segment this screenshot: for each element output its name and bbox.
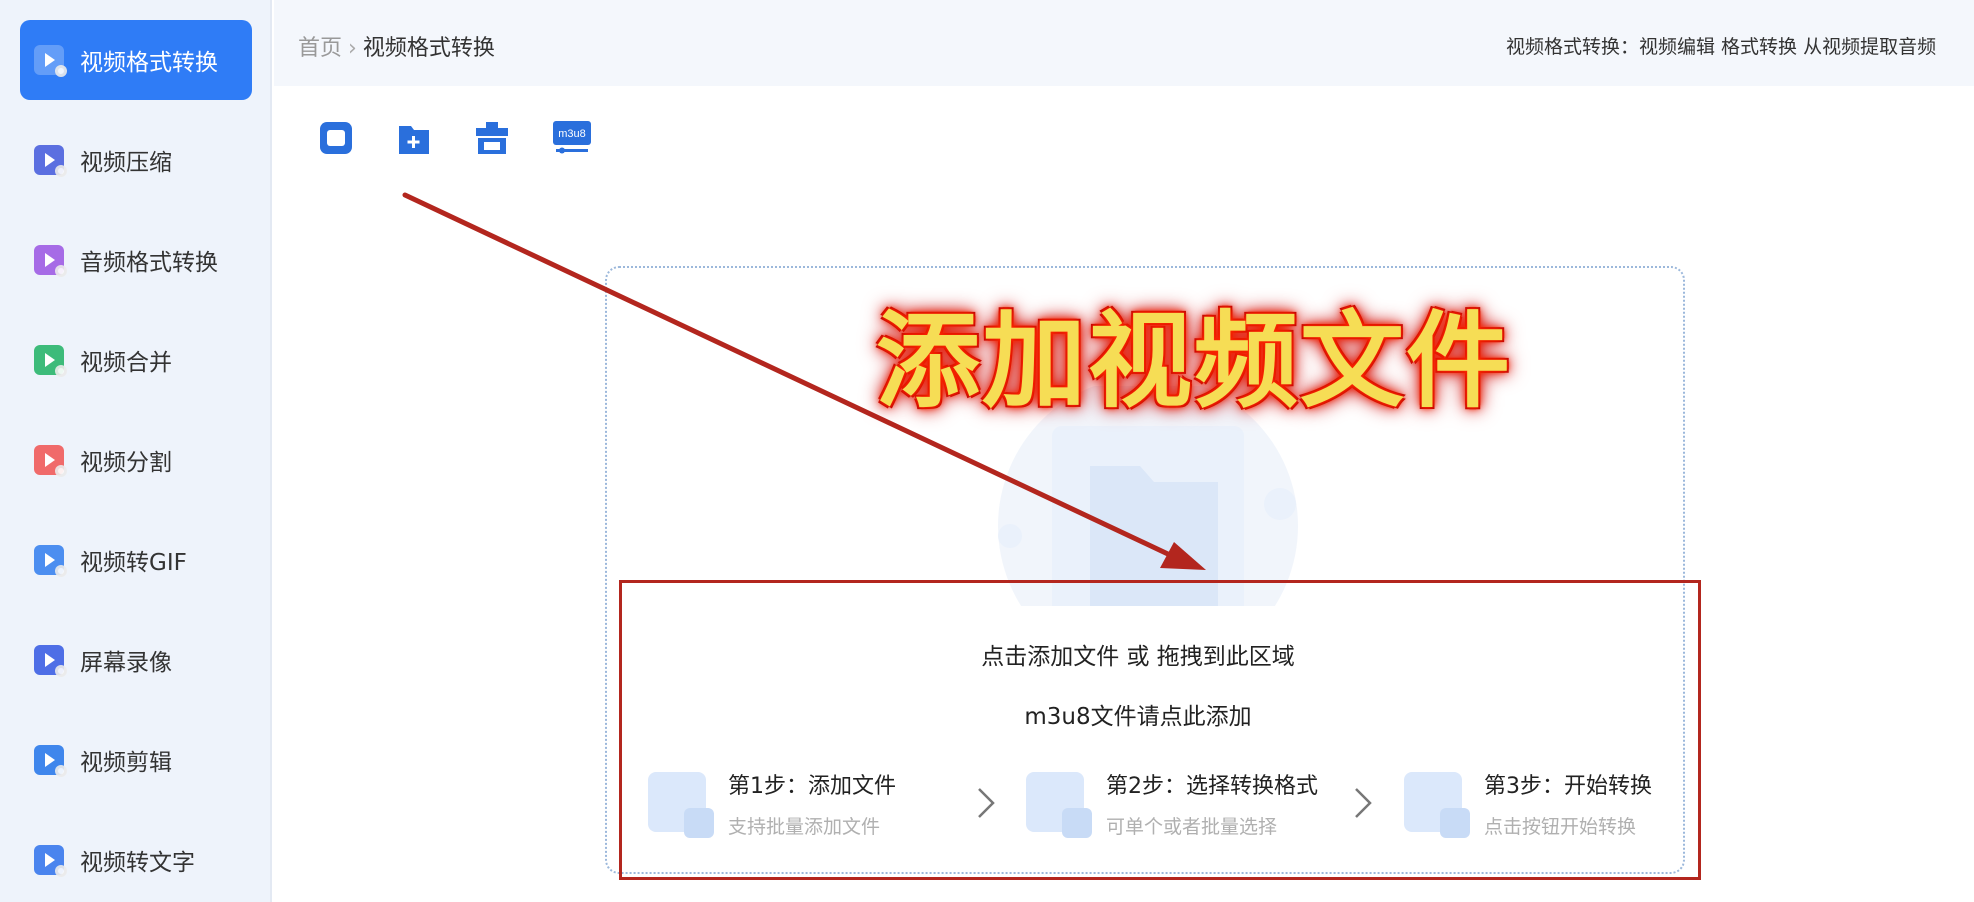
annotation-title: 添加视频文件 bbox=[876, 299, 1513, 422]
sidebar-item-video-edit[interactable]: 视频剪辑 bbox=[20, 720, 252, 800]
video-convert-icon bbox=[34, 45, 67, 77]
add-m3u8-link[interactable]: m3u8文件请点此添加 bbox=[0, 697, 1974, 731]
sidebar-item-label: 视频分割 bbox=[80, 450, 172, 476]
sidebar-item-label: 音频格式转换 bbox=[80, 250, 218, 276]
sidebar-item-label: 视频合并 bbox=[80, 350, 172, 376]
video-edit-icon bbox=[34, 745, 67, 777]
select-format-step-icon bbox=[1026, 772, 1092, 838]
step-subtitle: 点击按钮开始转换 bbox=[1484, 816, 1637, 838]
breadcrumb-separator: › bbox=[348, 36, 357, 61]
clear-list-icon bbox=[476, 122, 508, 154]
video-to-text-icon bbox=[34, 845, 67, 877]
sidebar-item-audio-format-convert[interactable]: 音频格式转换 bbox=[20, 220, 252, 300]
sidebar-item-label: 视频转文字 bbox=[80, 850, 195, 876]
start-convert-step-icon bbox=[1404, 772, 1470, 838]
step-subtitle: 支持批量添加文件 bbox=[728, 816, 881, 838]
video-gif-icon bbox=[34, 545, 67, 577]
step-1: 第1步：添加文件 支持批量添加文件 bbox=[648, 768, 896, 840]
sidebar-item-video-to-text[interactable]: 视频转文字 bbox=[20, 820, 252, 900]
breadcrumb-home[interactable]: 首页 bbox=[298, 36, 342, 61]
m3u8-button[interactable]: m3u8 bbox=[552, 118, 592, 158]
m3u8-icon: m3u8 bbox=[553, 121, 591, 154]
breadcrumb: 首页 › 视频格式转换 bbox=[298, 30, 495, 62]
video-merge-icon bbox=[34, 345, 67, 377]
sidebar-item-label: 视频压缩 bbox=[80, 150, 172, 176]
sidebar-item-video-compress[interactable]: 视频压缩 bbox=[20, 120, 252, 200]
chevron-right-icon bbox=[1355, 788, 1372, 818]
sidebar-item-video-merge[interactable]: 视频合并 bbox=[20, 320, 252, 400]
click-add-file-text[interactable]: 点击添加文件 或 拖拽到此区域 bbox=[0, 637, 1974, 671]
step-2: 第2步：选择转换格式 可单个或者批量选择 bbox=[1026, 768, 1318, 840]
sidebar-item-video-format-convert[interactable]: 视频格式转换 bbox=[20, 20, 252, 100]
step-subtitle: 可单个或者批量选择 bbox=[1106, 816, 1278, 838]
sidebar-item-label: 视频格式转换 bbox=[80, 50, 218, 76]
sidebar-item-video-split[interactable]: 视频分割 bbox=[20, 420, 252, 500]
video-compress-icon bbox=[34, 145, 67, 177]
add-file-button[interactable] bbox=[318, 118, 354, 158]
header-description: 视频格式转换：视频编辑 格式转换 从视频提取音频 bbox=[1506, 36, 1937, 58]
sidebar-item-label: 视频剪辑 bbox=[80, 750, 172, 776]
step-title: 第3步：开始转换 bbox=[1484, 774, 1652, 799]
step-title: 第2步：选择转换格式 bbox=[1106, 774, 1318, 799]
clear-list-button[interactable] bbox=[474, 118, 510, 158]
add-file-icon bbox=[320, 122, 352, 154]
sidebar-item-video-gif[interactable]: 视频转GIF bbox=[20, 520, 252, 600]
add-file-step-icon bbox=[648, 772, 714, 838]
chevron-right-icon bbox=[978, 788, 995, 818]
audio-convert-icon bbox=[34, 245, 67, 277]
video-split-icon bbox=[34, 445, 67, 477]
breadcrumb-current: 视频格式转换 bbox=[362, 36, 495, 61]
m3u8-icon-label: m3u8 bbox=[558, 128, 586, 140]
step-title: 第1步：添加文件 bbox=[728, 774, 896, 799]
sidebar-item-label: 视频转GIF bbox=[80, 550, 187, 576]
header: 首页 › 视频格式转换 视频格式转换：视频编辑 格式转换 从视频提取音频 bbox=[274, 0, 1974, 86]
add-folder-icon bbox=[399, 126, 429, 154]
step-3: 第3步：开始转换 点击按钮开始转换 bbox=[1404, 768, 1652, 840]
add-folder-button[interactable] bbox=[396, 118, 432, 158]
sidebar: 视频格式转换 视频压缩 音频格式转换 视频合并 视频分割 视频转GIF 屏幕录像… bbox=[0, 0, 272, 902]
